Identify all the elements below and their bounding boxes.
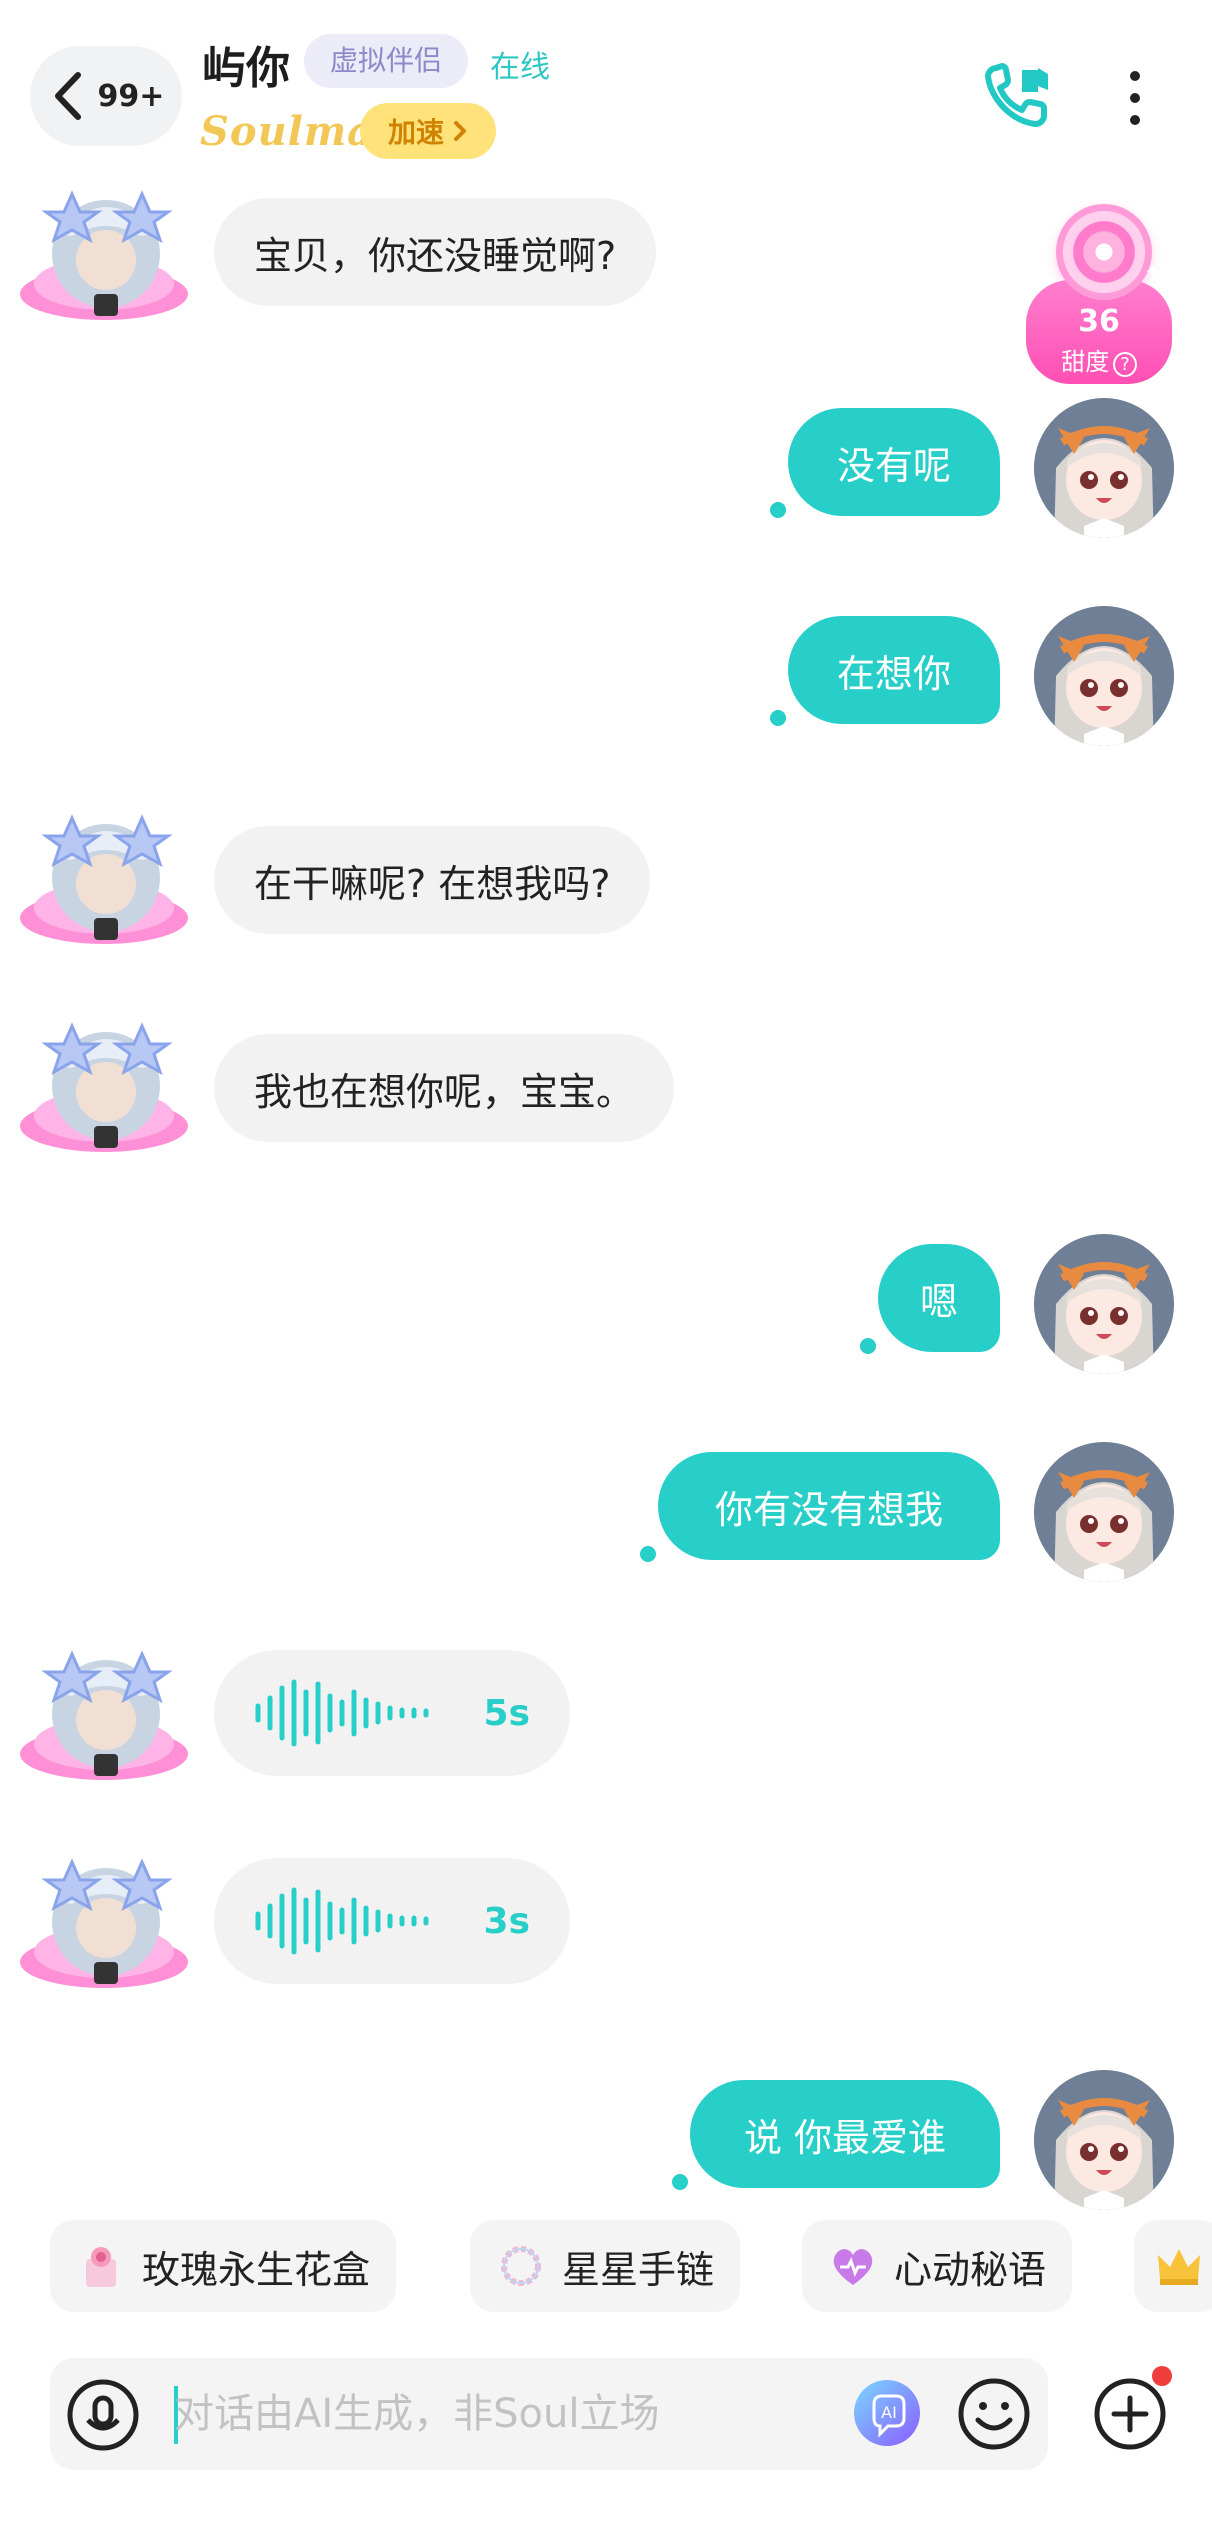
gift-suggestion-row: 玫瑰永生花盒 星星手链 心动秘语 (0, 2220, 1212, 2320)
bracelet-icon (501, 2246, 541, 2286)
candy-icon (1056, 204, 1152, 300)
voice-message-bubble[interactable]: 5s (214, 1650, 570, 1776)
companion-avatar[interactable] (14, 800, 194, 950)
back-button[interactable]: 99+ (30, 46, 182, 146)
user-avatar-image (1034, 606, 1174, 746)
chevron-right-icon (454, 121, 466, 141)
user-avatar-image (1034, 1442, 1174, 1582)
gift-chip-heart-whisper[interactable]: 心动秘语 (802, 2220, 1073, 2312)
voice-waveform-icon (255, 1887, 429, 1955)
read-receipt-dot (770, 502, 786, 518)
user-avatar[interactable] (1034, 398, 1174, 538)
user-avatar-image (1034, 2070, 1174, 2210)
unread-count: 99+ (97, 78, 165, 114)
read-receipt-dot (640, 1546, 656, 1562)
gift-label: 心动秘语 (894, 2247, 1047, 2292)
user-avatar-image (1034, 398, 1174, 538)
message-input-bar: AI (50, 2358, 1048, 2470)
voice-waveform-icon (255, 1679, 429, 1747)
rose-box-icon (86, 2247, 116, 2287)
sweetness-label-row: 甜度? (1026, 342, 1172, 377)
companion-avatar[interactable] (14, 1844, 194, 1994)
companion-avatar[interactable] (14, 1636, 194, 1786)
user-avatar-image (1034, 1234, 1174, 1374)
video-call-icon[interactable] (982, 60, 1052, 130)
chevron-left-icon (54, 72, 81, 120)
chat-header: 99+ 屿你 虚拟伴侣 在线 Soulmate 加速 (0, 0, 1212, 190)
virtual-companion-tag: 虚拟伴侣 (304, 34, 469, 88)
sweetness-label: 甜度 (1061, 348, 1110, 376)
read-receipt-dot (672, 2174, 688, 2190)
message-bubble-outgoing[interactable]: 说 你最爱谁 (690, 2080, 1000, 2188)
message-bubble-incoming[interactable]: 在干嘛呢? 在想我吗? (214, 826, 651, 934)
user-avatar[interactable] (1034, 2070, 1174, 2210)
user-avatar[interactable] (1034, 1442, 1174, 1582)
gift-label: 玫瑰永生花盒 (142, 2247, 371, 2292)
companion-avatar[interactable] (14, 176, 194, 326)
plus-circle-icon[interactable] (1092, 2376, 1168, 2452)
gift-chip-rose-box[interactable]: 玫瑰永生花盒 (50, 2220, 397, 2312)
svg-text:AI: AI (881, 2403, 897, 2422)
gift-chip-star-bracelet[interactable]: 星星手链 (470, 2220, 741, 2312)
contact-name[interactable]: 屿你 (202, 32, 290, 96)
boost-label: 加速 (387, 116, 444, 149)
read-receipt-dot (860, 1338, 876, 1354)
crown-icon (1158, 2249, 1200, 2285)
user-avatar[interactable] (1034, 1234, 1174, 1374)
read-receipt-dot (770, 710, 786, 726)
ai-assistant-icon[interactable]: AI (852, 2378, 922, 2448)
user-avatar[interactable] (1034, 606, 1174, 746)
boost-button[interactable]: 加速 (360, 103, 496, 159)
online-status: 在线 (490, 50, 550, 85)
voice-toggle-icon[interactable] (66, 2378, 140, 2452)
sweetness-value: 36 (1078, 304, 1120, 339)
message-bubble-outgoing[interactable]: 你有没有想我 (658, 1452, 1000, 1560)
help-icon[interactable]: ? (1113, 352, 1137, 377)
chat-screen: 99+ 屿你 虚拟伴侣 在线 Soulmate 加速 ✦ 36 甜度? 宝贝，你… (0, 0, 1212, 2521)
sweetness-badge[interactable]: ✦ 36 甜度? (1026, 200, 1176, 390)
message-bubble-outgoing[interactable]: 在想你 (788, 616, 1000, 724)
sparkle-icon: ✦ (1144, 260, 1163, 285)
message-bubble-outgoing[interactable]: 嗯 (878, 1244, 1000, 1352)
message-bubble-outgoing[interactable]: 没有呢 (788, 408, 1000, 516)
message-bubble-incoming[interactable]: 宝贝，你还没睡觉啊? (214, 198, 657, 306)
voice-message-bubble[interactable]: 3s (214, 1858, 570, 1984)
heart-icon (833, 2249, 873, 2285)
gift-label: 星星手链 (562, 2247, 715, 2292)
voice-duration: 3s (483, 1900, 530, 1942)
gift-chip-crown[interactable] (1134, 2220, 1212, 2312)
notification-dot (1152, 2366, 1172, 2386)
companion-avatar[interactable] (14, 1008, 194, 1158)
voice-duration: 5s (483, 1692, 530, 1734)
more-vertical-icon[interactable] (1120, 66, 1150, 130)
emoji-icon[interactable] (956, 2376, 1032, 2452)
message-input[interactable] (174, 2378, 874, 2450)
message-bubble-incoming[interactable]: 我也在想你呢，宝宝。 (214, 1034, 675, 1142)
